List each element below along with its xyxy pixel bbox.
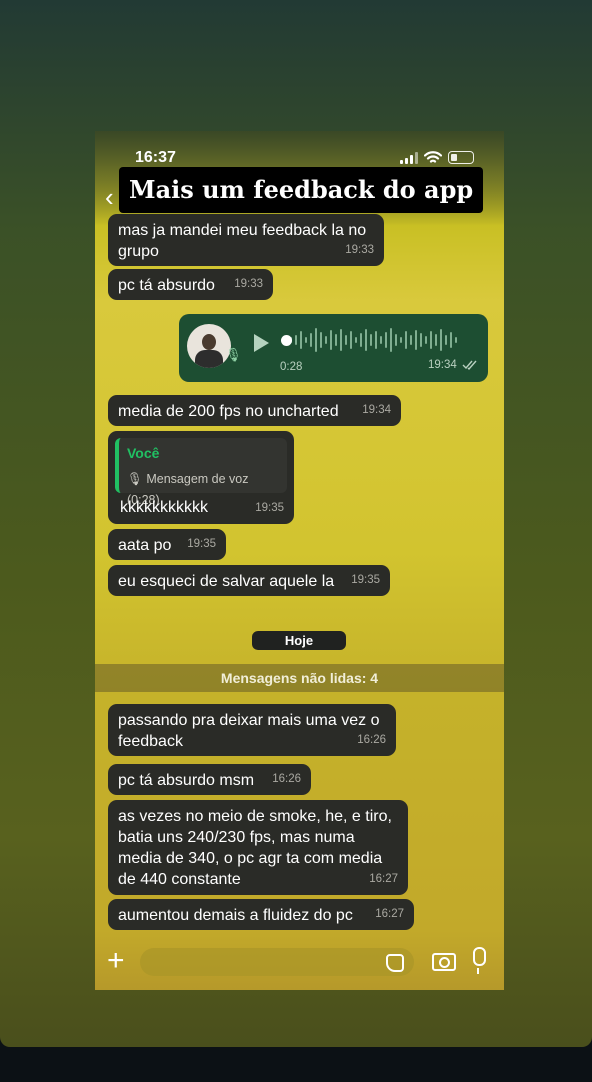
message-time: 16:26	[357, 734, 386, 746]
message-text: aumentou demais a fluidez do pc	[118, 907, 353, 924]
voice-time: 19:34	[428, 359, 457, 371]
message-input-bar: +	[95, 935, 504, 990]
status-bar: 16:37	[135, 149, 474, 169]
message-text: as vezes no meio de smoke, he, e tiro, b…	[118, 808, 392, 888]
quoted-reply[interactable]: Você 🎙︎ Mensagem de voz (0:28)	[115, 438, 287, 507]
play-icon[interactable]	[254, 334, 269, 352]
chat-screenshot: 16:37 ‹ Mais um feedback do app mas ja m…	[95, 131, 504, 990]
microphone-icon: 🎙	[225, 347, 242, 362]
message-time: 16:27	[369, 873, 398, 885]
reply-sender: Você	[127, 445, 160, 461]
message-bubble[interactable]: eu esqueci de salvar aquele la 19:35	[108, 565, 390, 596]
message-bubble[interactable]: mas ja mandei meu feedback la no grupo 1…	[108, 214, 384, 266]
message-text: pc tá absurdo msm	[118, 772, 255, 789]
wifi-icon	[424, 151, 442, 163]
message-bubble[interactable]: pc tá absurdo msm 16:26	[108, 764, 311, 795]
voice-message[interactable]: 🎙 0:28 19:34	[179, 314, 488, 382]
microphone-icon: 🎙︎	[127, 472, 143, 486]
double-check-icon	[462, 360, 477, 370]
message-time: 19:35	[255, 502, 284, 514]
message-text: pc tá absurdo	[118, 277, 215, 294]
unread-messages-banner: Mensagens não lidas: 4	[95, 664, 504, 692]
back-chevron-icon[interactable]: ‹	[105, 184, 114, 210]
message-bubble[interactable]: aata po 19:35	[108, 529, 226, 560]
waveform[interactable]	[283, 326, 463, 354]
microphone-icon[interactable]	[473, 947, 486, 974]
message-bubble[interactable]: passando pra deixar mais uma vez o feedb…	[108, 704, 396, 756]
message-text: aata po	[118, 537, 172, 554]
status-time: 16:37	[135, 149, 176, 166]
sticker-icon[interactable]	[386, 954, 404, 972]
message-time: 19:33	[234, 278, 263, 290]
signal-icon	[400, 151, 418, 164]
camera-icon[interactable]	[432, 953, 456, 971]
message-input[interactable]	[140, 948, 414, 976]
plus-icon[interactable]: +	[107, 946, 125, 976]
message-text: kkkkkkkkkkk	[120, 499, 208, 516]
message-time: 16:27	[375, 908, 404, 920]
message-bubble[interactable]: Você 🎙︎ Mensagem de voz (0:28) kkkkkkkkk…	[108, 431, 294, 524]
battery-icon	[448, 151, 474, 164]
message-text: mas ja mandei meu feedback la no grupo	[118, 222, 367, 260]
message-text: passando pra deixar mais uma vez o feedb…	[118, 712, 380, 750]
message-text: eu esqueci de salvar aquele la	[118, 573, 335, 590]
date-separator: Hoje	[252, 631, 346, 650]
message-bubble[interactable]: media de 200 fps no uncharted 19:34	[108, 395, 401, 426]
message-time: 19:34	[362, 404, 391, 416]
status-icons	[400, 151, 474, 164]
message-text: media de 200 fps no uncharted	[118, 403, 339, 420]
message-bubble[interactable]: aumentou demais a fluidez do pc 16:27	[108, 899, 414, 930]
message-bubble[interactable]: as vezes no meio de smoke, he, e tiro, b…	[108, 800, 408, 895]
message-time: 19:35	[351, 574, 380, 586]
story-caption: Mais um feedback do app	[119, 167, 484, 213]
message-time: 19:34	[428, 359, 478, 371]
voice-duration: 0:28	[280, 361, 303, 373]
message-time: 19:35	[187, 538, 216, 550]
story-bottom-strip	[0, 1047, 592, 1082]
playback-position-dot[interactable]	[281, 335, 292, 346]
message-time: 16:26	[272, 773, 301, 785]
message-bubble[interactable]: pc tá absurdo 19:33	[108, 269, 273, 300]
message-time: 19:33	[345, 244, 374, 256]
